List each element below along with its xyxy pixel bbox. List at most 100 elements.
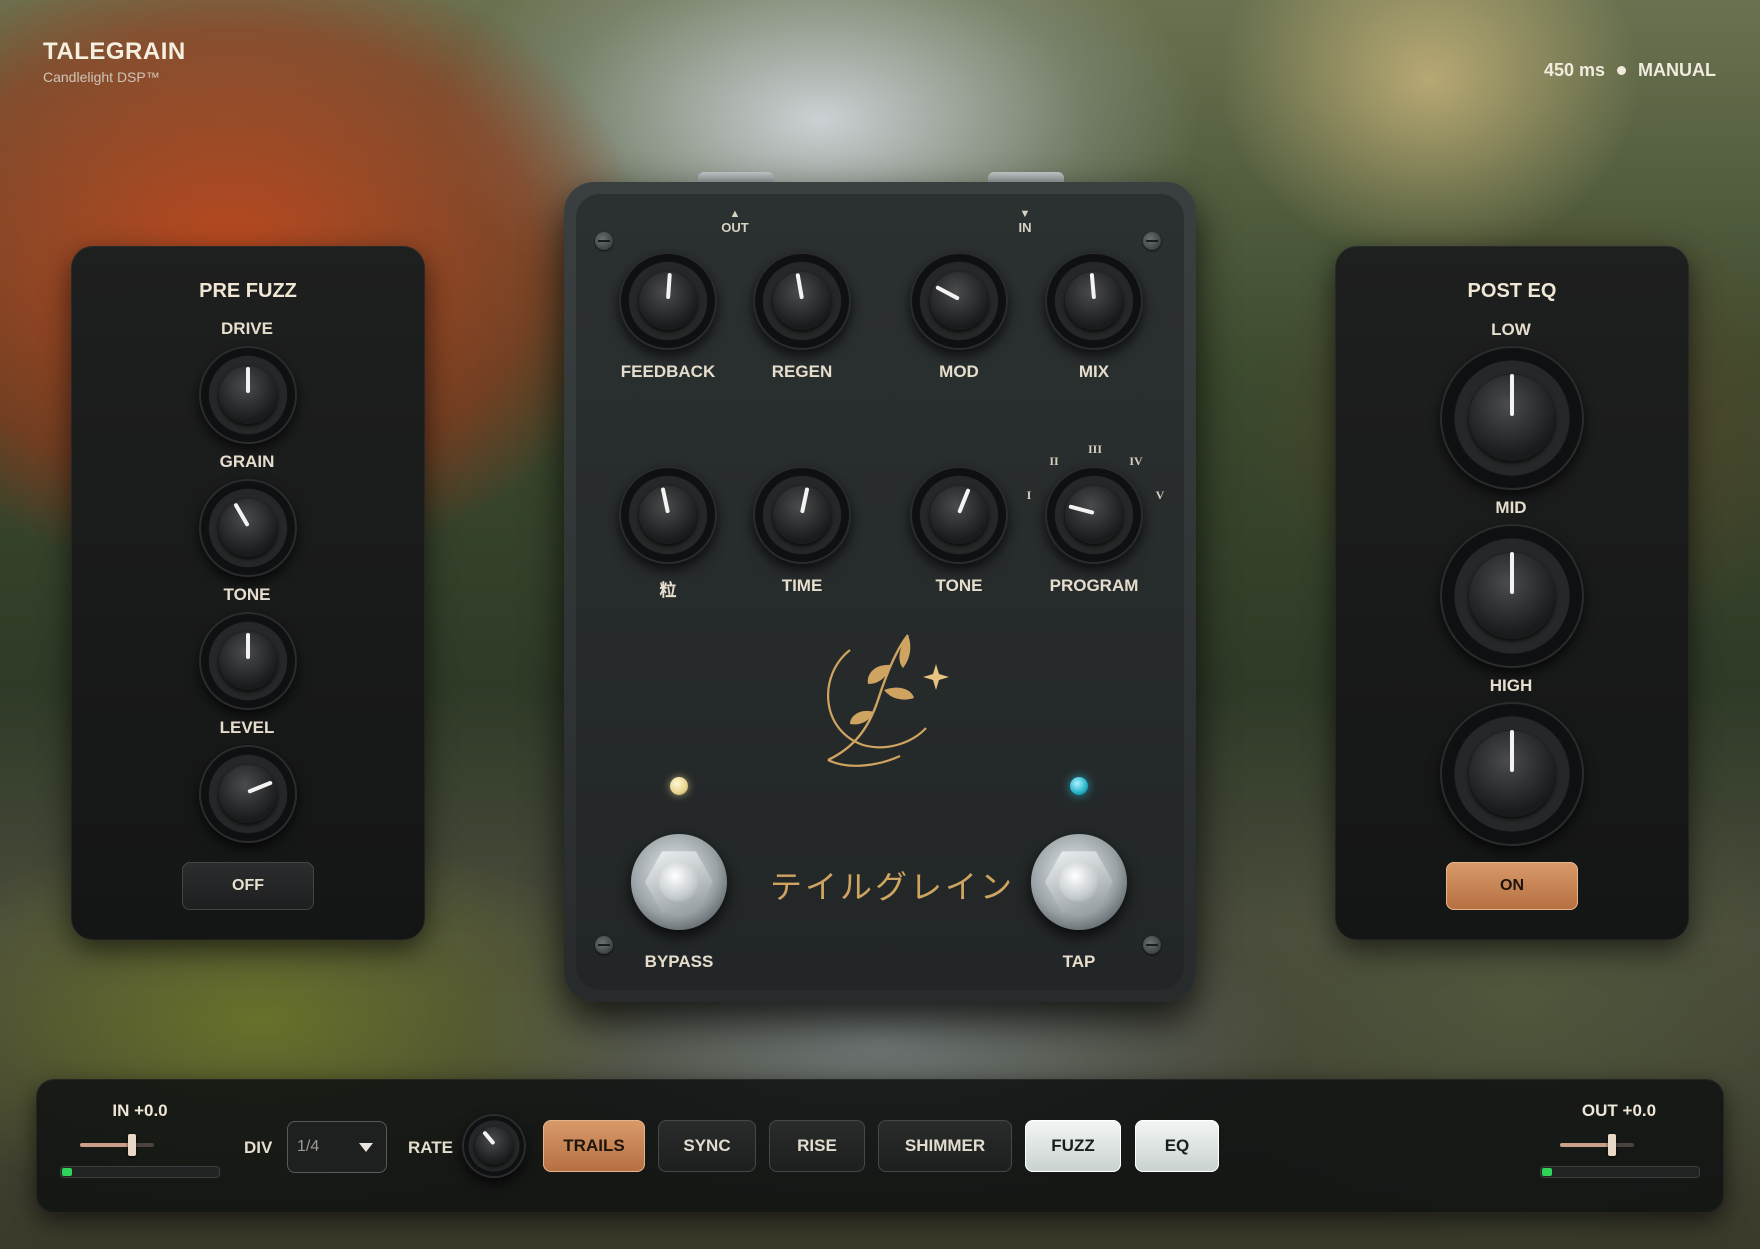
time-knob[interactable] — [753, 466, 851, 564]
low-knob[interactable] — [1440, 346, 1584, 490]
sync-button[interactable]: SYNC — [658, 1120, 756, 1172]
grain-jp-knob[interactable] — [619, 466, 717, 564]
out-label: OUT — [721, 220, 749, 235]
drive-knob[interactable] — [199, 346, 297, 444]
knob-indicator — [935, 285, 960, 301]
knob-indicator — [660, 487, 670, 514]
brand: TALEGRAIN Candlelight DSP™ — [43, 38, 186, 85]
regen-label: REGEN — [771, 362, 833, 381]
knob-indicator — [482, 1130, 496, 1146]
input-gain-thumb[interactable] — [127, 1134, 136, 1156]
pedal-tone-label: TONE — [935, 576, 983, 595]
program-position-5: V — [1155, 488, 1165, 502]
level-label: LEVEL — [219, 718, 275, 737]
post-eq-panel: POST EQ LOW MID HIGH ON — [1335, 246, 1689, 940]
tap-footswitch[interactable] — [1031, 834, 1127, 930]
input-gain-slider[interactable] — [80, 1134, 154, 1156]
chevron-down-icon — [359, 1142, 373, 1152]
knob-indicator — [1510, 730, 1514, 772]
tone-knob[interactable] — [199, 612, 297, 710]
screw-icon — [1143, 232, 1161, 250]
eq-button[interactable]: EQ — [1135, 1120, 1219, 1172]
knob-indicator — [1068, 504, 1095, 515]
shimmer-button[interactable]: SHIMMER — [878, 1120, 1012, 1172]
output-gain-thumb[interactable] — [1607, 1134, 1616, 1156]
fuzz-button[interactable]: FUZZ — [1025, 1120, 1121, 1172]
mix-knob[interactable] — [1045, 252, 1143, 350]
knob-indicator — [1089, 272, 1096, 300]
feedback-knob[interactable] — [619, 252, 717, 350]
pre-fuzz-panel: PRE FUZZ DRIVE GRAIN TONE LEVEL OFF — [71, 246, 425, 940]
status-dot-icon — [1617, 66, 1626, 75]
post-eq-toggle-button[interactable]: ON — [1446, 862, 1578, 910]
pedal-tone-knob[interactable] — [910, 466, 1008, 564]
knob-indicator — [1510, 552, 1514, 594]
delay-time: 450 ms — [1543, 60, 1605, 80]
leaf-logo-icon — [827, 634, 949, 767]
knob-indicator — [800, 487, 810, 514]
mode-label: MANUAL — [1638, 60, 1716, 80]
program-label: PROGRAM — [1049, 576, 1139, 595]
knob-indicator — [957, 488, 971, 514]
mod-label: MOD — [939, 362, 979, 381]
tone-label: TONE — [223, 585, 271, 604]
division-value: 1/4 — [297, 1138, 320, 1155]
program-position-4: IV — [1129, 454, 1143, 468]
mix-label: MIX — [1078, 362, 1110, 381]
pre-fuzz-toggle-button[interactable]: OFF — [182, 862, 314, 910]
grain-jp-label: 粒 — [659, 581, 677, 600]
output-level-meter — [1540, 1166, 1700, 1178]
mid-label: MID — [1495, 498, 1527, 517]
bypass-led — [670, 777, 688, 795]
drive-label: DRIVE — [221, 319, 273, 338]
rate-knob[interactable] — [462, 1114, 526, 1178]
in-jack-label: ▼ IN — [1019, 208, 1032, 235]
mid-knob[interactable] — [1440, 524, 1584, 668]
feedback-label: FEEDBACK — [620, 362, 716, 381]
high-knob[interactable] — [1440, 702, 1584, 846]
program-position-2: II — [1049, 454, 1059, 468]
post-eq-title: POST EQ — [1467, 280, 1557, 302]
division-select[interactable]: 1/4 — [287, 1121, 387, 1173]
trails-button[interactable]: TRAILS — [543, 1120, 645, 1172]
down-arrow-icon: ▼ — [1019, 208, 1031, 220]
knob-indicator — [1510, 374, 1514, 416]
knob-indicator — [666, 272, 672, 300]
output-gain-slider[interactable] — [1560, 1134, 1634, 1156]
knob-indicator — [247, 780, 273, 794]
output-gain-label: OUT +0.0 — [1581, 1101, 1657, 1120]
screw-icon — [1143, 936, 1161, 954]
pedal-name-japanese: テイルグレイン — [770, 868, 1016, 906]
out-jack-label: ▲ OUT — [721, 208, 748, 235]
output-gain-fill — [1560, 1143, 1612, 1147]
rate-label: RATE — [408, 1138, 454, 1157]
program-position-3: III — [1087, 442, 1103, 456]
tap-led — [1070, 777, 1088, 795]
input-gain-fill — [80, 1143, 132, 1147]
status-readout: 450 ms MANUAL — [1544, 60, 1716, 81]
output-meter-fill — [1542, 1168, 1552, 1176]
brand-name: TALEGRAIN — [43, 38, 186, 65]
div-label: DIV — [244, 1138, 273, 1157]
bypass-label: BYPASS — [644, 952, 714, 971]
grain-knob[interactable] — [199, 479, 297, 577]
program-knob[interactable] — [1045, 466, 1143, 564]
rise-button[interactable]: RISE — [769, 1120, 865, 1172]
regen-knob[interactable] — [753, 252, 851, 350]
tap-label: TAP — [1062, 952, 1096, 971]
input-meter-fill — [62, 1168, 72, 1176]
low-label: LOW — [1491, 320, 1531, 339]
program-position-1: I — [1026, 488, 1032, 502]
brand-subtitle: Candlelight DSP™ — [43, 69, 160, 85]
high-label: HIGH — [1489, 676, 1533, 695]
knob-indicator — [233, 502, 250, 527]
input-gain-label: IN +0.0 — [112, 1101, 168, 1120]
knob-indicator — [246, 367, 250, 393]
up-arrow-icon: ▲ — [729, 208, 741, 220]
input-level-meter — [60, 1166, 220, 1178]
screw-icon — [595, 936, 613, 954]
level-knob[interactable] — [199, 745, 297, 843]
grain-label: GRAIN — [219, 452, 275, 471]
bypass-footswitch[interactable] — [631, 834, 727, 930]
mod-knob[interactable] — [910, 252, 1008, 350]
